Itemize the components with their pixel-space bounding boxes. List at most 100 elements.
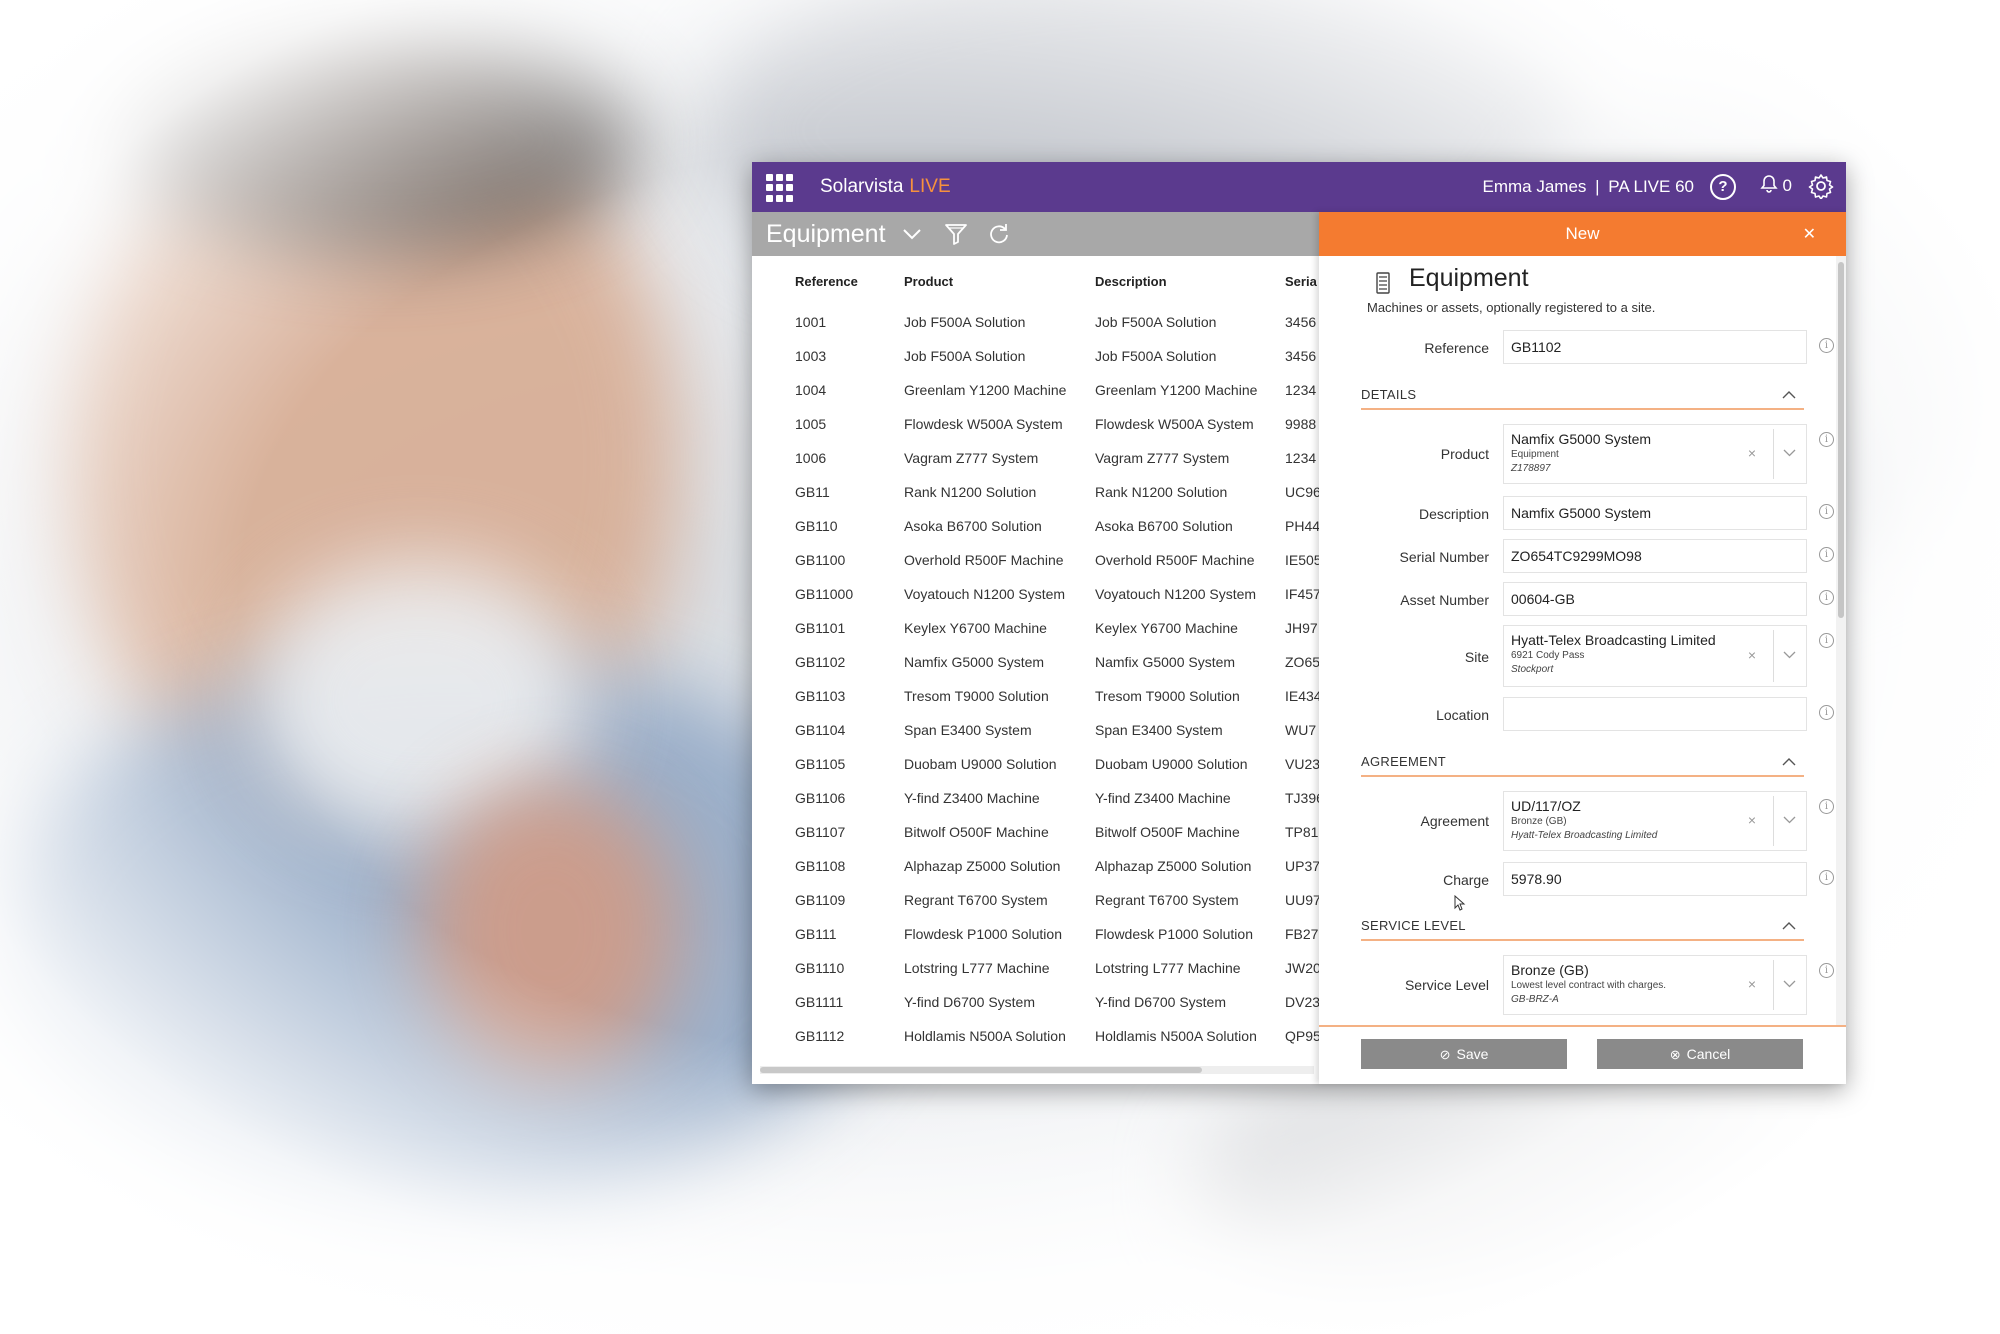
product-select[interactable]: Namfix G5000 System Equipment Z178897 × bbox=[1503, 424, 1807, 484]
info-icon[interactable]: i bbox=[1819, 547, 1834, 562]
equipment-icon bbox=[1376, 272, 1390, 294]
form-footer: ⊘ Save ⊗ Cancel bbox=[1319, 1025, 1846, 1086]
cell-serial: UU97 bbox=[1285, 892, 1321, 908]
info-icon[interactable]: i bbox=[1819, 338, 1834, 353]
table-row[interactable]: GB1105 Duobam U9000 Solution Duobam U9000 … bbox=[752, 754, 1322, 788]
cell-product: Job F500A Solution bbox=[904, 348, 1026, 364]
table-row[interactable]: 1006 Vagram Z777 System Vagram Z777 System… bbox=[752, 448, 1322, 482]
details-section-header[interactable]: DETAILS bbox=[1361, 386, 1804, 410]
vertical-scrollbar[interactable] bbox=[1836, 256, 1846, 1026]
table-row[interactable]: 1004 Greenlam Y1200 Machine Greenlam Y1200… bbox=[752, 380, 1322, 414]
service-level-code: GB-BRZ-A bbox=[1511, 994, 1559, 1005]
table-row[interactable]: GB1101 Keylex Y6700 Machine Keylex Y6700 M… bbox=[752, 618, 1322, 652]
column-header-serial[interactable]: Seria bbox=[1285, 274, 1317, 289]
apps-grid-icon[interactable] bbox=[766, 174, 794, 202]
cell-product: Y-find D6700 System bbox=[904, 994, 1035, 1010]
table-row[interactable]: GB110 Asoka B6700 Solution Asoka B6700 Sol… bbox=[752, 516, 1322, 550]
description-field[interactable]: Namfix G5000 System bbox=[1503, 496, 1807, 530]
table-row[interactable]: 1005 Flowdesk W500A System Flowdesk W500A … bbox=[752, 414, 1322, 448]
cell-reference: 1006 bbox=[795, 450, 827, 466]
list-toolbar: Equipment bbox=[752, 212, 1322, 256]
reference-field[interactable]: GB1102 bbox=[1503, 330, 1807, 364]
cell-product: Flowdesk P1000 Solution bbox=[904, 926, 1062, 942]
table-row[interactable]: GB1109 Regrant T6700 System Regrant T6700 … bbox=[752, 890, 1322, 924]
table-row[interactable]: 1003 Job F500A Solution Job F500A Solution… bbox=[752, 346, 1322, 380]
cell-product: Holdlamis N500A Solution bbox=[904, 1028, 1066, 1044]
cell-reference: GB1108 bbox=[795, 858, 846, 874]
column-header-product[interactable]: Product bbox=[904, 274, 953, 289]
info-icon[interactable]: i bbox=[1819, 432, 1834, 447]
cell-product: Bitwolf O500F Machine bbox=[904, 824, 1049, 840]
clear-icon[interactable]: × bbox=[1748, 445, 1756, 461]
clear-icon[interactable]: × bbox=[1748, 647, 1756, 663]
close-icon[interactable]: ✕ bbox=[1803, 224, 1816, 244]
cell-description: Y-find Z3400 Machine bbox=[1095, 790, 1231, 806]
chevron-up-icon bbox=[1782, 922, 1796, 930]
scrollbar-thumb[interactable] bbox=[1838, 262, 1844, 618]
cell-description: Namfix G5000 System bbox=[1095, 654, 1236, 670]
cell-serial: TJ396 bbox=[1285, 790, 1322, 806]
table-row[interactable]: GB1103 Tresom T9000 Solution Tresom T9000 … bbox=[752, 686, 1322, 720]
cell-serial: DV23 bbox=[1285, 994, 1321, 1010]
charge-field[interactable]: 5978.90 bbox=[1503, 862, 1807, 896]
dropdown-button[interactable] bbox=[1773, 630, 1806, 682]
horizontal-scrollbar[interactable] bbox=[760, 1066, 1314, 1074]
dropdown-button[interactable] bbox=[1773, 796, 1806, 846]
user-info[interactable]: Emma James | PA LIVE 60 bbox=[1482, 177, 1694, 197]
clear-icon[interactable]: × bbox=[1748, 812, 1756, 828]
service-level-select[interactable]: Bronze (GB) Lowest level contract with c… bbox=[1503, 955, 1807, 1015]
table-row[interactable]: GB1100 Overhold R500F Machine Overhold R50… bbox=[752, 550, 1322, 584]
table-row[interactable]: GB111 Flowdesk P1000 Solution Flowdesk P10… bbox=[752, 924, 1322, 958]
column-header-description[interactable]: Description bbox=[1095, 274, 1167, 289]
cancel-button[interactable]: ⊗ Cancel bbox=[1597, 1039, 1803, 1069]
gear-icon[interactable] bbox=[1808, 173, 1834, 199]
cell-serial: ZO65 bbox=[1285, 654, 1321, 670]
dropdown-button[interactable] bbox=[1773, 960, 1806, 1010]
site-address: 6921 Cody Pass bbox=[1511, 650, 1585, 661]
info-icon[interactable]: i bbox=[1819, 705, 1834, 720]
cell-serial: TP81 bbox=[1285, 824, 1319, 840]
info-icon[interactable]: i bbox=[1819, 963, 1834, 978]
table-row[interactable]: GB1106 Y-find Z3400 Machine Y-find Z3400 M… bbox=[752, 788, 1322, 822]
cell-reference: GB1111 bbox=[795, 994, 844, 1010]
table-row[interactable]: GB1108 Alphazap Z5000 Solution Alphazap Z5… bbox=[752, 856, 1322, 890]
table-row[interactable]: GB1112 Holdlamis N500A Solution Holdlamis … bbox=[752, 1026, 1322, 1060]
app-window: Solarvista LIVE Emma James | PA LIVE 60 ?… bbox=[752, 162, 1846, 1084]
cell-serial: IE434 bbox=[1285, 688, 1322, 704]
cell-serial: 3456 bbox=[1285, 348, 1317, 364]
cell-description: Holdlamis N500A Solution bbox=[1095, 1028, 1257, 1044]
clear-icon[interactable]: × bbox=[1748, 976, 1756, 992]
refresh-icon[interactable] bbox=[988, 223, 1010, 245]
info-icon[interactable]: i bbox=[1819, 633, 1834, 648]
table-row[interactable]: GB1107 Bitwolf O500F Machine Bitwolf O500F… bbox=[752, 822, 1322, 856]
location-field[interactable] bbox=[1503, 697, 1807, 731]
notifications-button[interactable]: 0 bbox=[1760, 174, 1792, 196]
chevron-down-icon[interactable] bbox=[902, 228, 922, 240]
charge-value: 5978.90 bbox=[1511, 871, 1562, 887]
table-row[interactable]: GB1110 Lotstring L777 Machine Lotstring L7… bbox=[752, 958, 1322, 992]
filter-icon[interactable] bbox=[944, 222, 968, 246]
table-row[interactable]: GB1111 Y-find D6700 System Y-find D6700 Sy… bbox=[752, 992, 1322, 1026]
asset-number-field[interactable]: 00604-GB bbox=[1503, 582, 1807, 616]
info-icon[interactable]: i bbox=[1819, 799, 1834, 814]
agreement-select[interactable]: UD/117/OZ Bronze (GB) Hyatt-Telex Broadc… bbox=[1503, 791, 1807, 851]
info-icon[interactable]: i bbox=[1819, 870, 1834, 885]
site-town: Stockport bbox=[1511, 664, 1554, 675]
info-icon[interactable]: i bbox=[1819, 504, 1834, 519]
cell-description: Keylex Y6700 Machine bbox=[1095, 620, 1238, 636]
table-row[interactable]: GB1104 Span E3400 System Span E3400 System… bbox=[752, 720, 1322, 754]
help-icon[interactable]: ? bbox=[1710, 174, 1736, 200]
table-row[interactable]: GB11 Rank N1200 Solution Rank N1200 Soluti… bbox=[752, 482, 1322, 516]
table-row[interactable]: GB11000 Voyatouch N1200 System Voyatouch N… bbox=[752, 584, 1322, 618]
table-row[interactable]: GB1102 Namfix G5000 System Namfix G5000 Sy… bbox=[752, 652, 1322, 686]
service-level-section-header[interactable]: SERVICE LEVEL bbox=[1361, 917, 1804, 941]
agreement-section-header[interactable]: AGREEMENT bbox=[1361, 753, 1804, 777]
save-button[interactable]: ⊘ Save bbox=[1361, 1039, 1567, 1069]
info-icon[interactable]: i bbox=[1819, 590, 1834, 605]
serial-number-field[interactable]: ZO654TC9299MO98 bbox=[1503, 539, 1807, 573]
site-select[interactable]: Hyatt-Telex Broadcasting Limited 6921 Co… bbox=[1503, 625, 1807, 687]
dropdown-button[interactable] bbox=[1773, 429, 1806, 479]
scrollbar-thumb[interactable] bbox=[760, 1067, 1202, 1073]
column-header-reference[interactable]: Reference bbox=[795, 274, 858, 289]
table-row[interactable]: 1001 Job F500A Solution Job F500A Solution… bbox=[752, 312, 1322, 346]
